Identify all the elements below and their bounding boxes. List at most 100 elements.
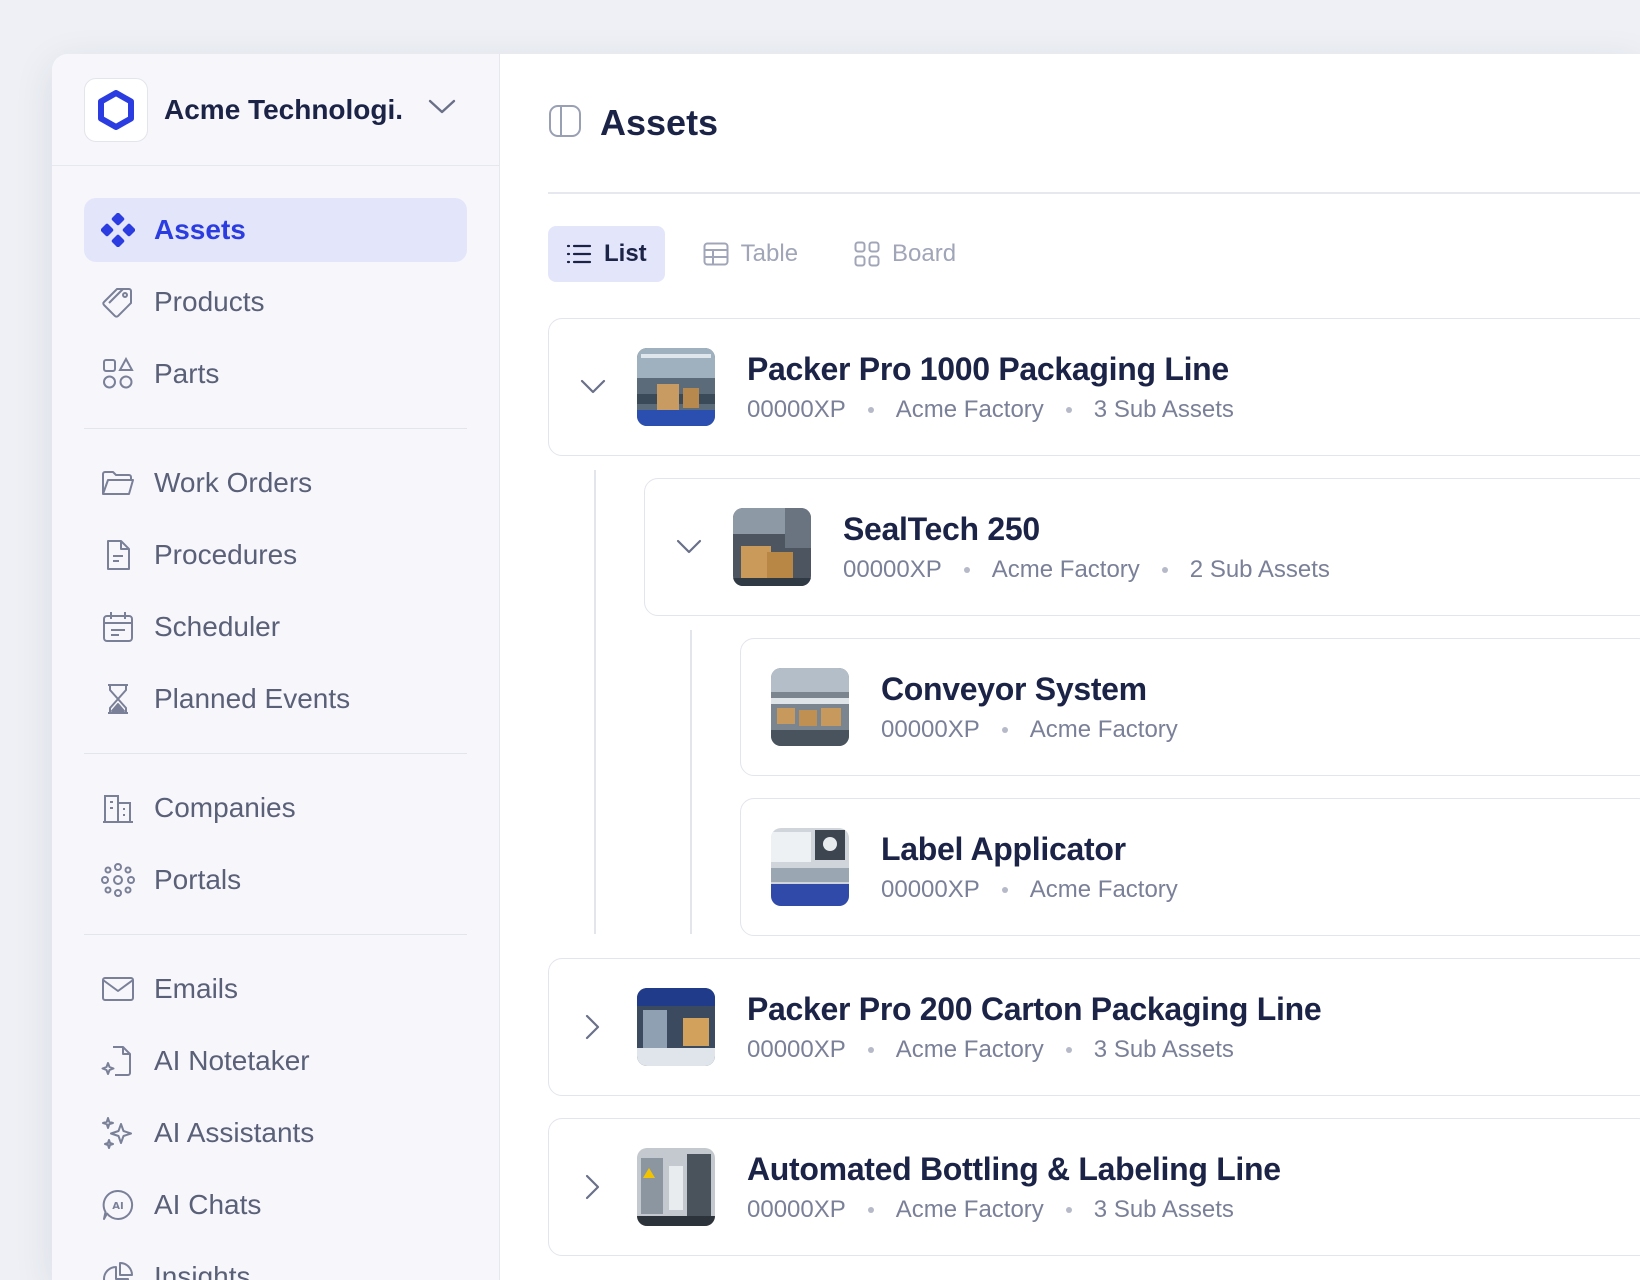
sidebar-item-products[interactable]: Products (84, 270, 467, 334)
asset-location: Acme Factory (1029, 715, 1178, 743)
sidebar-item-scheduler[interactable]: Scheduler (84, 595, 467, 659)
tab-table[interactable]: Table (685, 226, 816, 282)
sidebar-item-emails[interactable]: Emails (84, 957, 467, 1021)
sidebar-item-label: Emails (154, 973, 239, 1004)
tree-line (690, 630, 692, 934)
separator-dot (1065, 406, 1072, 413)
asset-meta: 00000XP Acme Factory 3 Sub Assets (747, 396, 1234, 424)
nav-divider (84, 753, 467, 754)
asset-code: 00000XP (881, 715, 980, 743)
sidebar-item-ai-assistants[interactable]: AI Assistants (84, 1101, 467, 1165)
table-icon (703, 241, 729, 267)
sidebar-item-companies[interactable]: Companies (84, 776, 467, 840)
tree-line (594, 470, 596, 934)
sidebar-item-label: AI Chats (154, 1189, 262, 1220)
app-window: Acme Technologi... Assets Products Parts… (52, 54, 1640, 1280)
separator-dot (963, 566, 970, 573)
main-content: Assets List Table Board Packer Pro 1000 … (500, 54, 1640, 1280)
sidebar-item-label: Products (154, 286, 265, 317)
sidebar-item-planned-events[interactable]: Planned Events (84, 667, 467, 731)
asset-sub-count: 3 Sub Assets (1093, 1195, 1234, 1223)
tab-label: Table (740, 240, 799, 267)
page-title: Assets (600, 102, 719, 143)
asset-title: Conveyor System (881, 670, 1147, 707)
sidebar-item-label: Parts (154, 358, 220, 389)
parts-icon (100, 356, 136, 392)
asset-meta: 00000XP Acme Factory 2 Sub Assets (843, 556, 1330, 584)
asset-title: Packer Pro 1000 Packaging Line (747, 350, 1229, 387)
tab-list[interactable]: List (548, 226, 665, 282)
asset-row[interactable]: Packer Pro 1000 Packaging Line 00000XP A… (548, 318, 1640, 456)
network-icon (100, 862, 136, 898)
tab-label: Board (892, 240, 957, 267)
asset-thumbnail (771, 668, 849, 746)
org-logo (84, 77, 148, 142)
asset-title: Packer Pro 200 Carton Packaging Line (747, 990, 1322, 1027)
sidebar-item-label: Portals (154, 864, 242, 895)
pie-chart-icon (100, 1259, 136, 1280)
asset-row[interactable]: SealTech 250 00000XP Acme Factory 2 Sub … (644, 478, 1640, 616)
asset-info: Conveyor System 00000XP Acme Factory (881, 671, 1178, 744)
asset-row[interactable]: Label Applicator 00000XP Acme Factory (740, 798, 1640, 936)
sidebar-item-label: Companies (154, 792, 296, 823)
asset-row[interactable]: Automated Bottling & Labeling Line 00000… (548, 1118, 1640, 1256)
asset-thumbnail (771, 828, 849, 906)
asset-row[interactable]: Conveyor System 00000XP Acme Factory (740, 638, 1640, 776)
hexagon-logo-icon (98, 89, 134, 130)
mail-icon (100, 971, 136, 1007)
asset-location: Acme Factory (895, 1195, 1044, 1223)
building-icon (100, 790, 136, 826)
chevron-down-icon[interactable] (549, 379, 637, 395)
asset-location: Acme Factory (1029, 875, 1178, 903)
asset-title: Label Applicator (881, 830, 1126, 867)
list-icon (566, 243, 592, 265)
sidebar-item-work-orders[interactable]: Work Orders (84, 451, 467, 515)
separator-dot (1161, 566, 1168, 573)
sidebar-item-label: AI Assistants (154, 1117, 315, 1148)
asset-thumbnail (637, 1148, 715, 1226)
nav-divider (84, 428, 467, 429)
asset-code: 00000XP (747, 1195, 846, 1223)
separator-dot (867, 1206, 874, 1213)
view-switcher: List Table Board (548, 226, 1640, 282)
asset-info: Label Applicator 00000XP Acme Factory (881, 831, 1178, 904)
folder-icon (100, 465, 136, 501)
asset-meta: 00000XP Acme Factory 3 Sub Assets (747, 1196, 1281, 1224)
tab-label: List (604, 240, 647, 267)
sidebar-toggle-icon[interactable] (548, 104, 582, 143)
asset-info: SealTech 250 00000XP Acme Factory 2 Sub … (843, 511, 1330, 584)
org-switcher[interactable]: Acme Technologi... (52, 54, 499, 166)
sidebar-item-label: Planned Events (154, 683, 351, 714)
org-name: Acme Technologi... (164, 93, 404, 125)
sidebar-item-insights[interactable]: Insights (84, 1245, 467, 1280)
assets-icon (100, 212, 136, 248)
chevron-right-icon[interactable] (549, 1014, 637, 1040)
page-header: Assets (548, 54, 1640, 194)
sidebar-item-assets[interactable]: Assets (84, 198, 467, 262)
asset-title: Automated Bottling & Labeling Line (747, 1150, 1281, 1187)
sidebar-nav: Assets Products Parts Work Orders Proced… (52, 166, 499, 1280)
sidebar-item-procedures[interactable]: Procedures (84, 523, 467, 587)
asset-meta: 00000XP Acme Factory (881, 876, 1178, 904)
sidebar-item-ai-chats[interactable]: AI AI Chats (84, 1173, 467, 1237)
tab-board[interactable]: Board (836, 226, 974, 282)
ai-note-icon (100, 1043, 136, 1079)
chevron-right-icon[interactable] (549, 1174, 637, 1200)
sidebar-item-ai-notetaker[interactable]: AI Notetaker (84, 1029, 467, 1093)
separator-dot (867, 1046, 874, 1053)
asset-thumbnail (733, 508, 811, 586)
asset-title: SealTech 250 (843, 510, 1040, 547)
asset-row[interactable]: Packer Pro 200 Carton Packaging Line 000… (548, 958, 1640, 1096)
sidebar-item-label: Work Orders (154, 467, 313, 498)
sidebar-item-label: AI Notetaker (154, 1045, 310, 1076)
sidebar-item-portals[interactable]: Portals (84, 848, 467, 912)
tag-icon (100, 284, 136, 320)
chevron-down-icon[interactable] (428, 99, 456, 120)
separator-dot (1065, 1206, 1072, 1213)
svg-text:AI: AI (112, 1201, 123, 1212)
chevron-down-icon[interactable] (645, 539, 733, 555)
sparkles-icon (100, 1115, 136, 1151)
sidebar-item-parts[interactable]: Parts (84, 342, 467, 406)
asset-thumbnail (637, 988, 715, 1066)
asset-meta: 00000XP Acme Factory 3 Sub Assets (747, 1036, 1321, 1064)
